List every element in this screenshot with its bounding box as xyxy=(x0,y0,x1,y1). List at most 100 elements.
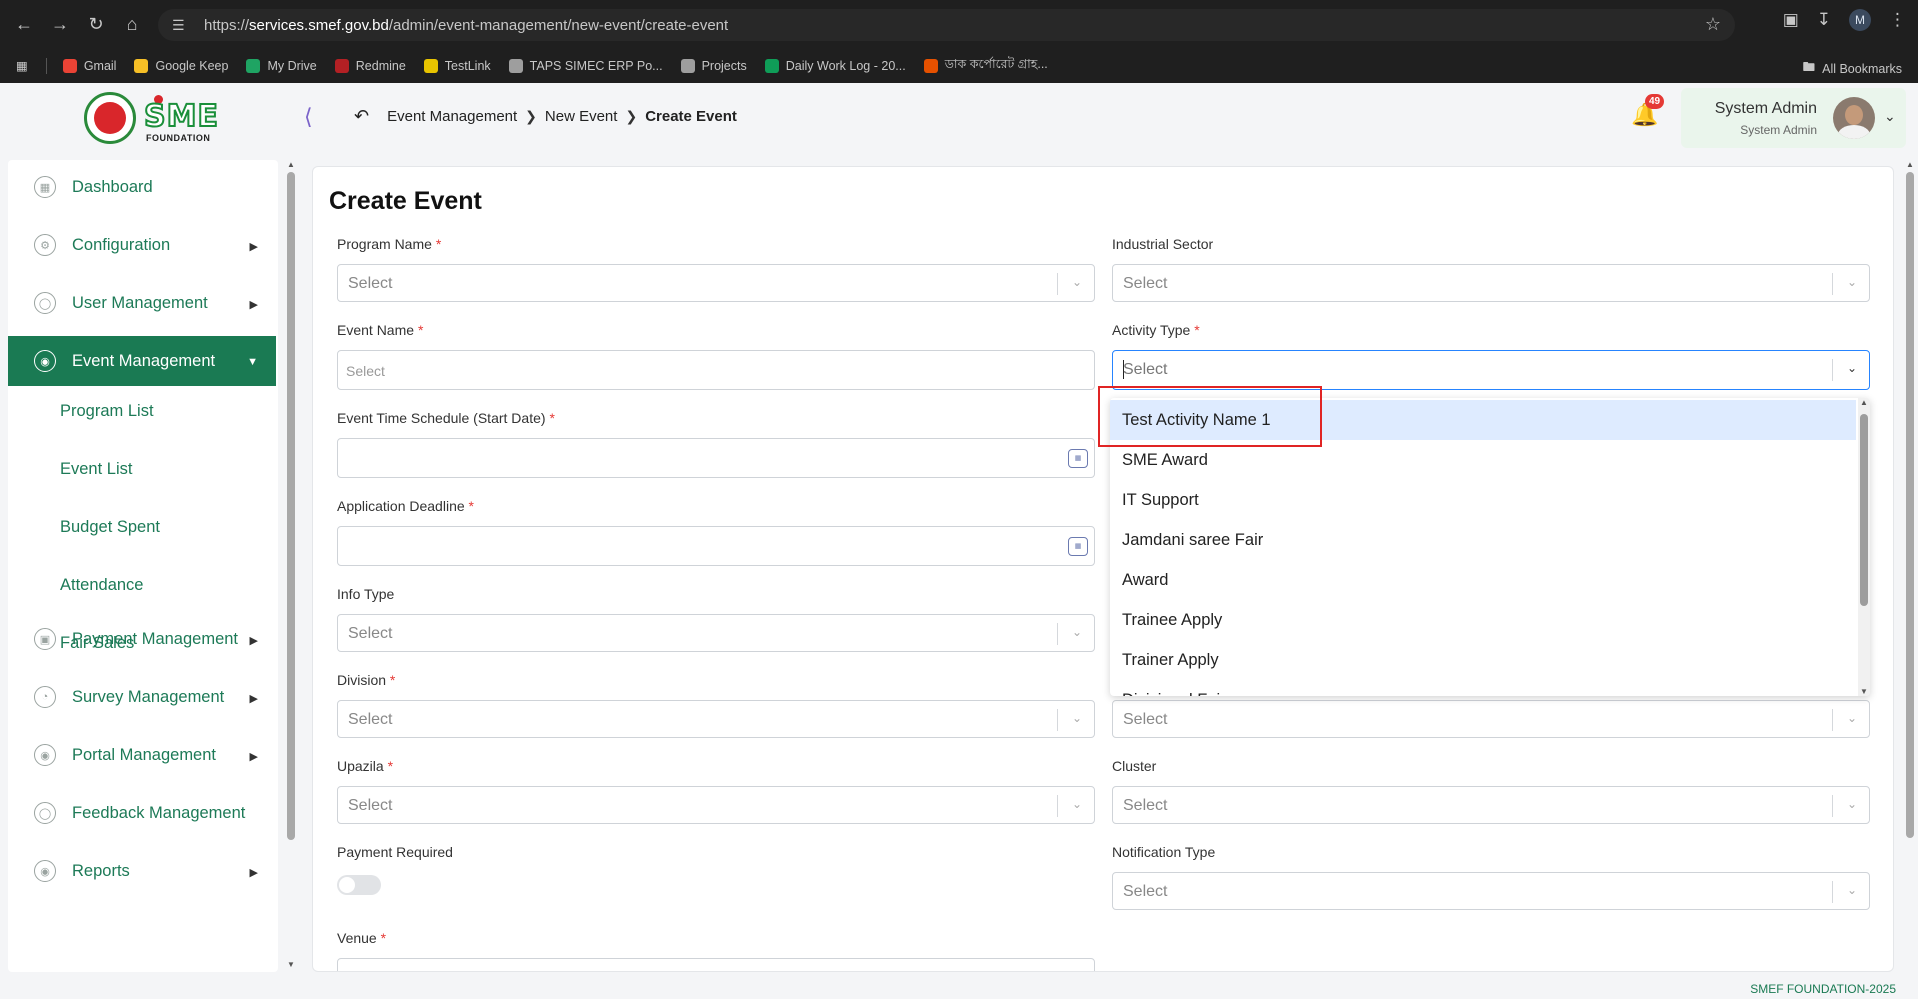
notification-bell[interactable]: 🔔 49 xyxy=(1631,94,1665,130)
sidebar-item-dashboard[interactable]: ▦ Dashboard xyxy=(8,162,276,212)
reload-icon[interactable]: ↻ xyxy=(78,6,114,42)
menu-kebab-icon[interactable]: ⋮ xyxy=(1889,10,1906,30)
submenu-item-event-list[interactable]: Event List xyxy=(60,460,132,479)
all-bookmarks[interactable]: 🖿 All Bookmarks xyxy=(1803,58,1902,79)
notification-type-select[interactable]: Select ⌄ xyxy=(1112,872,1870,910)
dropdown-option[interactable]: Trainee Apply xyxy=(1110,600,1856,640)
sidebar-collapse-icon[interactable]: ⟨ xyxy=(304,104,313,130)
bookmark-label: TestLink xyxy=(444,58,491,73)
submenu-item-fair-sales[interactable]: Fair Sales xyxy=(60,634,134,653)
deadline-input[interactable]: ▦ xyxy=(337,526,1095,566)
dropdown-option[interactable]: Divisional Fair xyxy=(1110,680,1856,697)
division-label: Division * xyxy=(337,672,396,688)
notification-type-label: Notification Type xyxy=(1112,844,1216,860)
back-arrow-icon[interactable]: ← xyxy=(6,6,42,42)
back-icon[interactable]: ↶ xyxy=(354,106,369,127)
url-scheme: https:// xyxy=(204,16,250,34)
submenu-item-program-list[interactable]: Program List xyxy=(60,402,154,421)
home-icon[interactable]: ⌂ xyxy=(114,6,150,42)
start-date-input[interactable]: ▦ xyxy=(337,438,1095,478)
scroll-down-icon[interactable]: ▼ xyxy=(1860,687,1868,696)
chevron-down-icon[interactable]: ⌄ xyxy=(1884,108,1896,125)
breadcrumb: ↶ Event Management ❯ New Event ❯ Create … xyxy=(354,106,737,127)
industrial-sector-select[interactable]: Select ⌄ xyxy=(1112,264,1870,302)
dropdown-option[interactable]: IT Support xyxy=(1110,480,1856,520)
bookmark-item[interactable]: Daily Work Log - 20... xyxy=(764,56,906,76)
bookmark-item[interactable]: My Drive xyxy=(246,56,317,76)
breadcrumb-new-event[interactable]: New Event xyxy=(545,108,618,125)
extensions-icon[interactable]: ▣ xyxy=(1783,10,1799,30)
sidebar-item-configuration[interactable]: ⚙ Configuration ▶ xyxy=(8,220,276,270)
sidebar-item-feedback-management[interactable]: ◯ Feedback Management xyxy=(8,788,276,838)
bookmarks-bar: ▦ Gmail Google Keep My Drive Redmine TestLin… xyxy=(0,48,1918,83)
dropdown-scrollbar[interactable]: ▲ ▼ xyxy=(1858,398,1870,696)
bookmark-star-icon[interactable]: ☆ xyxy=(1705,14,1721,35)
sidebar-item-event-management[interactable]: ◉ Event Management ▼ xyxy=(8,336,276,386)
bookmark-favicon-icon xyxy=(134,58,149,73)
dropdown-scroll-thumb[interactable] xyxy=(1860,414,1868,606)
sidebar-item-survey-management[interactable]: ◔ Survey Management ▶ xyxy=(8,672,276,722)
scroll-up-icon[interactable]: ▲ xyxy=(1906,160,1914,169)
dropdown-option[interactable]: Jamdani saree Fair xyxy=(1110,520,1856,560)
cluster-select[interactable]: Select ⌄ xyxy=(1112,786,1870,824)
chevron-down-icon: ⌄ xyxy=(1071,711,1082,725)
feedback-icon: ◯ xyxy=(34,802,56,824)
sidebar-item-payment-management[interactable]: ▣ Payment Management ▶ xyxy=(8,614,276,664)
breadcrumb-event-management[interactable]: Event Management xyxy=(387,108,517,125)
scroll-down-icon[interactable]: ▼ xyxy=(287,960,295,969)
main-scrollbar[interactable]: ▲ xyxy=(1904,160,1916,972)
sidebar-item-label: Dashboard xyxy=(72,177,153,196)
chevron-right-icon: ▶ xyxy=(249,693,258,705)
notification-badge: 49 xyxy=(1645,94,1665,109)
upazila-select[interactable]: Select ⌄ xyxy=(337,786,1095,824)
submenu-item-attendance[interactable]: Attendance xyxy=(60,576,143,595)
bookmark-item[interactable]: Redmine xyxy=(334,56,406,76)
logo-text: SME xyxy=(143,98,219,135)
dropdown-option[interactable]: Trainer Apply xyxy=(1110,640,1856,680)
bookmark-favicon-icon xyxy=(62,58,77,73)
bookmark-label: Redmine xyxy=(355,58,406,73)
payment-required-toggle[interactable] xyxy=(337,875,381,895)
bookmark-item[interactable]: ডাক কর্পোরেট গ্রাহ... xyxy=(923,56,1048,76)
logo-subtitle: FOUNDATION xyxy=(146,133,211,143)
dropdown-option[interactable]: Award xyxy=(1110,560,1856,600)
bookmark-item[interactable]: Projects xyxy=(680,56,747,76)
profile-avatar[interactable]: M xyxy=(1849,9,1871,31)
scroll-up-icon[interactable]: ▲ xyxy=(287,160,295,169)
activity-type-select[interactable]: Select ⌄ xyxy=(1112,350,1870,390)
info-type-select[interactable]: Select ⌄ xyxy=(337,614,1095,652)
sidebar-item-portal-management[interactable]: ◉ Portal Management ▶ xyxy=(8,730,276,780)
scroll-up-icon[interactable]: ▲ xyxy=(1860,398,1868,407)
venue-input[interactable] xyxy=(337,958,1095,971)
sidebar-item-label: Configuration xyxy=(72,235,171,254)
download-icon[interactable]: ↧ xyxy=(1817,10,1831,30)
submenu-item-budget-spent[interactable]: Budget Spent xyxy=(60,518,160,537)
sidebar-scrollbar[interactable]: ▲ ▼ xyxy=(286,160,296,972)
forward-arrow-icon[interactable]: → xyxy=(42,6,78,42)
calendar-icon[interactable]: ▦ xyxy=(1068,537,1088,556)
bookmark-item[interactable]: TestLink xyxy=(423,56,491,76)
venue-label: Venue * xyxy=(337,930,387,946)
sidebar-item-reports[interactable]: ◉ Reports ▶ xyxy=(8,846,276,896)
district-select[interactable]: Select ⌄ xyxy=(1112,700,1870,738)
avatar xyxy=(1833,97,1875,139)
sidebar-item-user-management[interactable]: ◯ User Management ▶ xyxy=(8,278,276,328)
program-name-select[interactable]: Select ⌄ xyxy=(337,264,1095,302)
sidebar-scroll-thumb[interactable] xyxy=(287,172,295,840)
user-menu[interactable]: System Admin System Admin ⌄ xyxy=(1681,88,1906,148)
division-select[interactable]: Select ⌄ xyxy=(337,700,1095,738)
chevron-down-icon: ⌄ xyxy=(1846,797,1857,811)
gov-emblem-icon xyxy=(84,92,136,144)
calendar-icon[interactable]: ▦ xyxy=(1068,449,1088,468)
site-settings-icon[interactable]: ☰ xyxy=(172,17,192,34)
event-name-input[interactable]: Select xyxy=(337,350,1095,390)
bookmark-item[interactable]: Gmail xyxy=(62,56,117,76)
sme-logo[interactable]: SME FOUNDATION xyxy=(84,92,219,144)
bookmark-label: Gmail xyxy=(83,58,117,73)
bookmark-item[interactable]: TAPS SIMEC ERP Po... xyxy=(508,56,663,76)
bookmark-item[interactable]: Google Keep xyxy=(134,56,228,76)
main-scroll-thumb[interactable] xyxy=(1906,172,1914,838)
apps-grid-icon[interactable]: ▦ xyxy=(16,58,28,73)
bookmark-label: ডাক কর্পোরেট গ্রাহ... xyxy=(944,56,1048,71)
address-bar[interactable]: ☰ https://services.smef.gov.bd/admin/eve… xyxy=(158,9,1735,41)
